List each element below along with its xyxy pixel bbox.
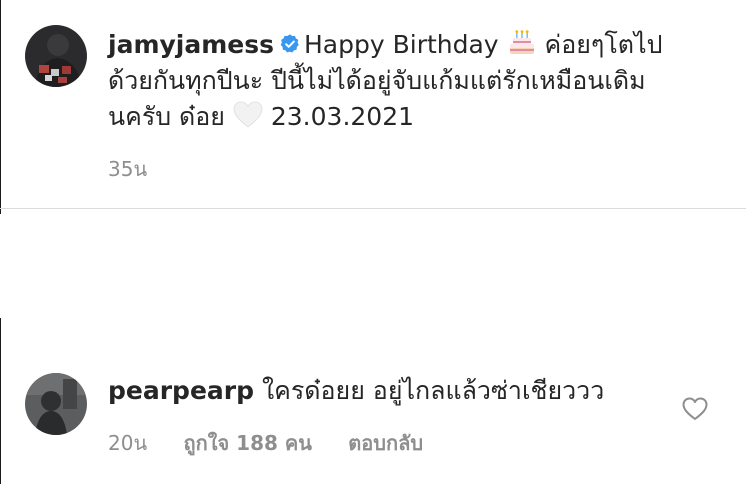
verified-badge-icon (280, 34, 299, 53)
comment-time: 20น (108, 431, 148, 455)
comment-text-line3: นครับ ด๋อย (108, 102, 225, 131)
comment-text-line1: Happy Birthday (304, 30, 499, 59)
comment-date: 23.03.2021 (270, 102, 415, 131)
comment-time: 35น (108, 157, 148, 181)
comment-text-line1-cont: ค่อยๆโตไป (544, 30, 663, 59)
white-heart-icon (233, 101, 263, 128)
left-border (0, 318, 1, 484)
comment-meta: 35น (108, 153, 177, 185)
comment-meta: 20น ถูกใจ 188 คน ตอบกลับ (108, 427, 453, 459)
comment-text-line2: ด้วยกันทุกปีนะ ปีนี้ไม่ได้อยู่จับแก้มแต่… (108, 66, 646, 95)
comment-text: ใครด๋อยย อยู่ไกลแล้วซ่าเชียววว (261, 376, 605, 405)
avatar[interactable] (25, 373, 87, 435)
comment-body: jamyjamess Happy Birthday ค่อยๆโตไป (108, 27, 662, 63)
avatar[interactable] (25, 25, 87, 87)
birthday-cake-icon (509, 30, 534, 54)
comment-username[interactable]: pearpearp (108, 376, 254, 405)
likes-count[interactable]: ถูกใจ 188 คน (183, 431, 311, 455)
comment-body: pearpearp ใครด๋อยย อยู่ไกลแล้วซ่าเชียววว (108, 373, 604, 409)
divider (0, 208, 746, 209)
like-heart-icon[interactable] (682, 397, 708, 421)
comment-text-line3-wrap: นครับ ด๋อย 23.03.2021 (108, 99, 414, 135)
left-border (0, 0, 1, 214)
comment-username[interactable]: jamyjamess (108, 30, 274, 59)
reply-button[interactable]: ตอบกลับ (348, 431, 423, 455)
